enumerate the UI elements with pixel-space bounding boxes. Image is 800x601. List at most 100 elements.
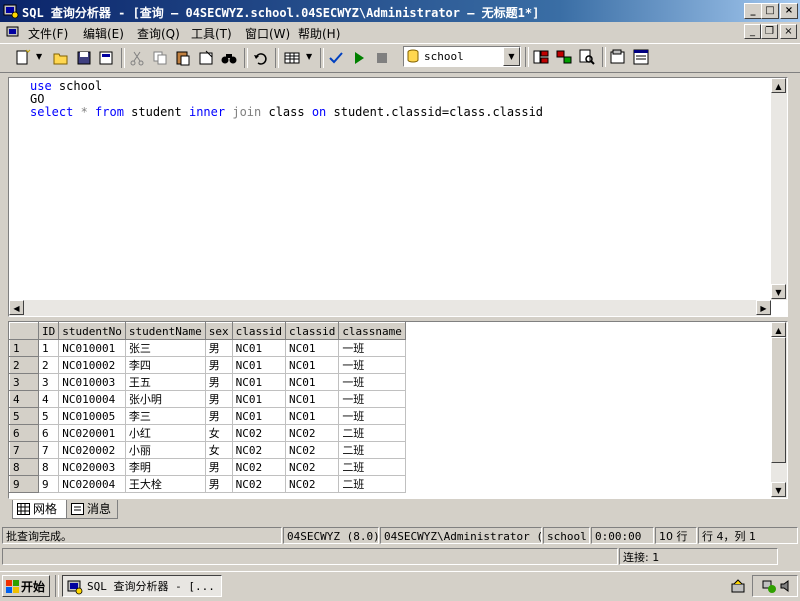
mdi-close-button[interactable]: × (780, 24, 797, 39)
row-number[interactable]: 2 (9, 356, 39, 374)
table-cell[interactable]: NC010001 (58, 339, 126, 357)
find-icon[interactable] (220, 49, 238, 67)
stop-icon[interactable] (373, 49, 391, 67)
editor-horizontal-scrollbar[interactable]: ◀ ▶ (9, 300, 771, 316)
table-row[interactable]: 6 6 NC020001 小红女 NC02 NC02 二班 (9, 424, 406, 442)
table-cell[interactable]: NC010002 (58, 356, 126, 374)
copy-icon[interactable] (151, 49, 169, 67)
minimize-button[interactable]: _ (744, 3, 762, 19)
code-line[interactable]: select * from student inner join class o… (30, 106, 543, 119)
table-cell[interactable]: NC02 (231, 475, 286, 493)
sql-server-service-icon[interactable] (730, 578, 748, 594)
table-cell[interactable]: 王大栓 (124, 475, 206, 493)
table-cell[interactable]: NC01 (284, 407, 340, 425)
scroll-up-icon[interactable]: ▲ (771, 78, 786, 93)
table-cell[interactable]: 女 (204, 441, 233, 459)
paste-icon[interactable] (174, 49, 192, 67)
mdi-restore-button[interactable]: ❐ (761, 24, 778, 39)
table-cell[interactable]: NC02 (284, 441, 340, 459)
table-cell[interactable]: 6 (37, 424, 60, 442)
table-cell[interactable]: NC020001 (58, 424, 126, 442)
open-folder-icon[interactable] (52, 49, 70, 67)
table-row[interactable]: 7 7 NC020002 小丽女 NC02 NC02 二班 (9, 441, 406, 459)
row-number[interactable]: 6 (9, 424, 39, 442)
menu-window[interactable]: 窗口(W) (245, 25, 290, 42)
column-header[interactable]: classid (231, 322, 286, 340)
table-cell[interactable]: NC01 (231, 390, 286, 408)
column-header[interactable]: studentNo (58, 322, 126, 340)
table-cell[interactable]: NC020003 (58, 458, 126, 476)
grid-vertical-scrollbar[interactable]: ▲ ▼ (771, 322, 787, 498)
scroll-left-icon[interactable]: ◀ (9, 300, 24, 315)
row-number[interactable]: 9 (9, 475, 39, 493)
table-cell[interactable]: 一班 (338, 390, 406, 408)
table-cell[interactable]: NC02 (284, 475, 340, 493)
editor-vertical-scrollbar[interactable]: ▲ ▼ (771, 78, 787, 300)
table-cell[interactable]: 小红 (124, 424, 206, 442)
database-select[interactable]: school ▼ (403, 46, 521, 67)
chevron-down-icon[interactable]: ▼ (503, 47, 520, 66)
object-browser-icon[interactable] (532, 48, 550, 66)
table-cell[interactable]: NC020002 (58, 441, 126, 459)
table-cell[interactable]: 男 (204, 390, 233, 408)
parse-check-icon[interactable] (327, 49, 345, 67)
table-cell[interactable]: 小丽 (124, 441, 206, 459)
table-cell[interactable]: 9 (37, 475, 60, 493)
menu-tools[interactable]: 工具(T) (191, 25, 232, 42)
scroll-up-icon[interactable]: ▲ (771, 322, 786, 337)
save-icon[interactable] (75, 49, 93, 67)
table-row[interactable]: 1 1 NC010001 张三男 NC01 NC01 一班 (9, 339, 406, 357)
table-cell[interactable]: 李四 (124, 356, 206, 374)
table-cell[interactable]: NC01 (231, 339, 286, 357)
start-button[interactable]: 开始 (2, 575, 50, 597)
table-cell[interactable]: 一班 (338, 373, 406, 391)
query-editor[interactable]: use school GO select * from student inner … (8, 77, 788, 317)
table-cell[interactable]: 李明 (124, 458, 206, 476)
table-cell[interactable]: 一班 (338, 407, 406, 425)
table-row[interactable]: 2 2 NC010002 李四男 NC01 NC01 一班 (9, 356, 406, 374)
volume-icon[interactable] (779, 579, 793, 593)
table-cell[interactable]: NC010003 (58, 373, 126, 391)
table-cell[interactable]: NC01 (231, 407, 286, 425)
taskbar-query-analyzer-button[interactable]: SQL 查询分析器 - [... (62, 575, 222, 597)
scroll-down-icon[interactable]: ▼ (771, 284, 786, 299)
maximize-button[interactable]: □ (761, 3, 779, 19)
table-cell[interactable]: 1 (37, 339, 60, 357)
row-number[interactable]: 8 (9, 458, 39, 476)
menu-query[interactable]: 查询(Q) (137, 25, 180, 42)
show-execution-plan-icon[interactable] (578, 48, 596, 66)
table-row[interactable]: 5 5 NC010005 李三男 NC01 NC01 一班 (9, 407, 406, 425)
table-cell[interactable]: 张小明 (124, 390, 206, 408)
table-cell[interactable]: NC01 (284, 390, 340, 408)
table-cell[interactable]: 二班 (338, 441, 406, 459)
new-query-icon[interactable] (14, 49, 32, 67)
table-cell[interactable]: NC01 (231, 356, 286, 374)
table-cell[interactable]: 2 (37, 356, 60, 374)
clear-window-icon[interactable] (197, 49, 215, 67)
table-cell[interactable]: NC02 (231, 458, 286, 476)
table-cell[interactable]: NC020004 (58, 475, 126, 493)
column-header[interactable]: studentName (124, 322, 206, 340)
table-cell[interactable]: 张三 (124, 339, 206, 357)
table-cell[interactable]: 7 (37, 441, 60, 459)
table-cell[interactable]: 8 (37, 458, 60, 476)
current-connection-properties-icon[interactable] (609, 48, 627, 66)
row-number[interactable]: 3 (9, 373, 39, 391)
mdi-minimize-button[interactable]: _ (744, 24, 761, 39)
table-cell[interactable]: NC01 (284, 339, 340, 357)
network-icon[interactable] (761, 578, 777, 594)
table-cell[interactable]: 一班 (338, 339, 406, 357)
code-line[interactable]: use school (30, 80, 543, 93)
table-cell[interactable]: NC01 (284, 373, 340, 391)
row-number[interactable]: 7 (9, 441, 39, 459)
show-results-pane-icon[interactable] (632, 48, 650, 66)
row-number[interactable]: 1 (9, 339, 39, 357)
results-grid[interactable]: ID studentNo studentName sex classid classid c… (8, 321, 788, 499)
table-row[interactable]: 4 4 NC010004 张小明男 NC01 NC01 一班 (9, 390, 406, 408)
table-cell[interactable]: NC010004 (58, 390, 126, 408)
table-cell[interactable]: NC02 (231, 424, 286, 442)
column-header[interactable]: classid (284, 322, 340, 340)
table-cell[interactable]: NC02 (284, 424, 340, 442)
table-cell[interactable]: 二班 (338, 458, 406, 476)
table-row[interactable]: 8 8 NC020003 李明男 NC02 NC02 二班 (9, 458, 406, 476)
